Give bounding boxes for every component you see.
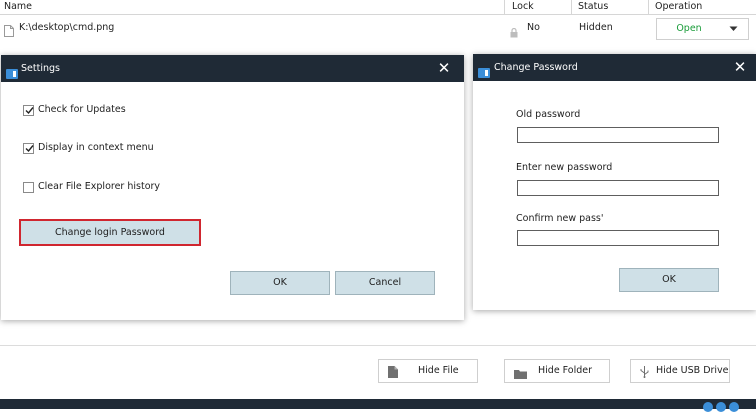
status-bar bbox=[0, 399, 756, 412]
file-icon bbox=[388, 365, 398, 387]
check-for-updates-label: Check for Updates bbox=[38, 104, 126, 115]
file-path: K:\desktop\cmd.png bbox=[19, 22, 115, 33]
column-header-name[interactable]: Name bbox=[0, 0, 32, 14]
change-password-title: Change Password bbox=[494, 62, 578, 73]
hide-folder-label: Hide Folder bbox=[538, 365, 593, 376]
settings-title-bar[interactable]: Settings ✕ bbox=[1, 55, 464, 82]
column-header-status[interactable]: Status bbox=[574, 0, 608, 14]
app-icon bbox=[478, 62, 490, 78]
new-password-field[interactable] bbox=[517, 180, 719, 196]
clear-history-label: Clear File Explorer history bbox=[38, 181, 161, 192]
check-for-updates-checkbox[interactable] bbox=[23, 105, 34, 116]
hide-usb-drive-button[interactable]: Hide USB Drive bbox=[630, 359, 730, 383]
operation-dropdown-button[interactable] bbox=[720, 18, 749, 40]
old-password-label: Old password bbox=[516, 109, 581, 120]
open-button[interactable]: Open bbox=[656, 18, 722, 40]
divider bbox=[0, 345, 756, 346]
clear-history-checkbox[interactable] bbox=[23, 182, 34, 193]
change-password-title-bar[interactable]: Change Password ✕ bbox=[473, 54, 756, 81]
column-divider bbox=[504, 0, 505, 14]
social-icon[interactable] bbox=[729, 402, 739, 412]
column-header-lock[interactable]: Lock bbox=[508, 0, 534, 14]
settings-close-icon[interactable]: ✕ bbox=[432, 55, 456, 82]
file-table-header: Name Lock Status Operation bbox=[0, 0, 756, 15]
hide-usb-drive-label: Hide USB Drive bbox=[656, 365, 729, 376]
display-context-menu-checkbox[interactable] bbox=[23, 143, 34, 154]
hide-file-button[interactable]: Hide File bbox=[378, 359, 478, 383]
confirm-password-field[interactable] bbox=[517, 230, 719, 246]
social-icon[interactable] bbox=[716, 402, 726, 412]
settings-cancel-button[interactable]: Cancel bbox=[335, 271, 435, 295]
status-value: Hidden bbox=[579, 22, 613, 33]
hide-file-label: Hide File bbox=[418, 365, 459, 376]
app-icon bbox=[6, 63, 18, 79]
change-password-dialog: Change Password ✕ Old password Enter new… bbox=[473, 54, 756, 310]
new-password-label: Enter new password bbox=[516, 162, 613, 173]
file-icon bbox=[4, 22, 14, 37]
folder-icon bbox=[514, 366, 527, 388]
settings-dialog: Settings ✕ Check for Updates Display in … bbox=[1, 55, 464, 320]
lock-icon bbox=[510, 23, 518, 38]
settings-title: Settings bbox=[21, 63, 60, 74]
change-login-password-button[interactable]: Change login Password bbox=[19, 219, 201, 246]
column-header-operation[interactable]: Operation bbox=[651, 0, 702, 14]
change-password-ok-button[interactable]: OK bbox=[619, 268, 719, 292]
old-password-field[interactable] bbox=[517, 127, 719, 143]
column-divider bbox=[648, 0, 649, 14]
lock-value: No bbox=[527, 22, 540, 33]
chevron-down-icon bbox=[729, 26, 738, 31]
settings-ok-button[interactable]: OK bbox=[230, 271, 330, 295]
social-icon[interactable] bbox=[703, 402, 713, 412]
column-divider bbox=[571, 0, 572, 14]
hide-folder-button[interactable]: Hide Folder bbox=[504, 359, 610, 383]
change-password-close-icon[interactable]: ✕ bbox=[728, 54, 752, 81]
confirm-password-label: Confirm new pass' bbox=[516, 213, 604, 224]
usb-icon bbox=[640, 365, 649, 387]
display-context-menu-label: Display in context menu bbox=[38, 142, 154, 153]
table-row[interactable]: K:\desktop\cmd.png No Hidden Open bbox=[0, 15, 756, 41]
